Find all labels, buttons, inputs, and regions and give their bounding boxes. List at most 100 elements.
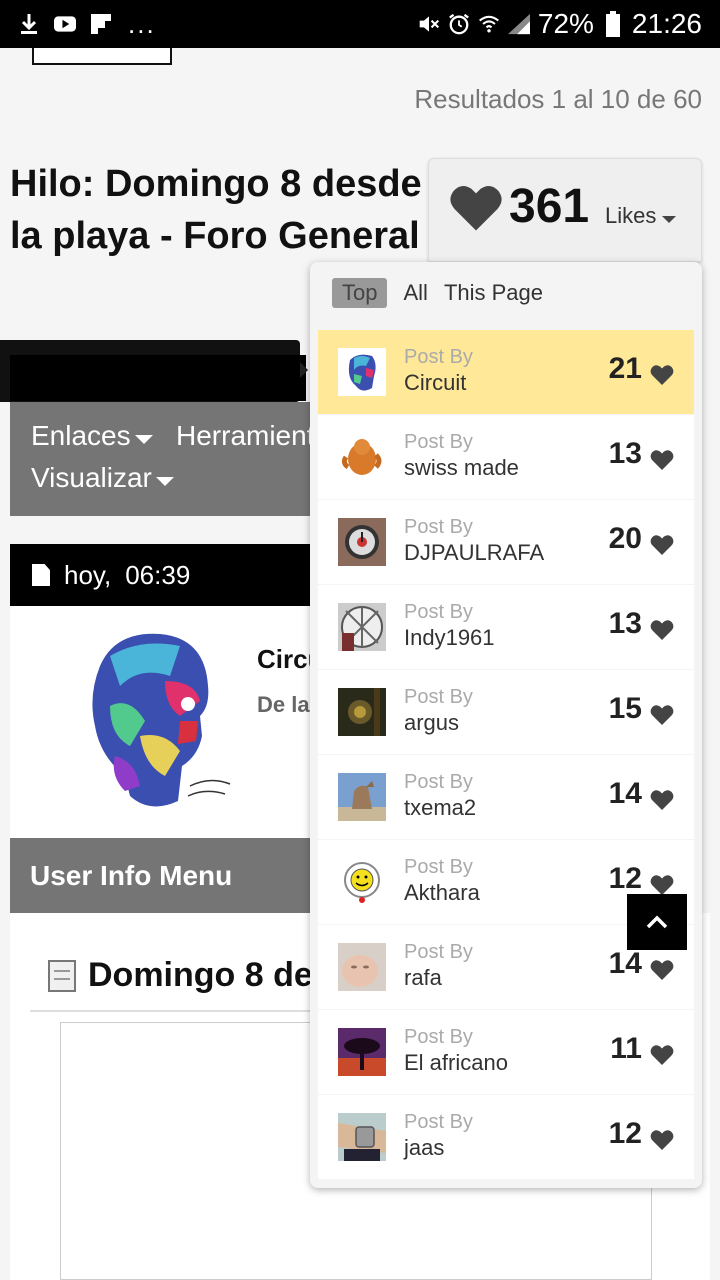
avatar[interactable] <box>338 1113 386 1161</box>
heart-icon <box>650 789 674 811</box>
signal-icon <box>507 13 530 35</box>
post-by-label: Post By <box>404 1026 473 1048</box>
like-count: 13 <box>608 607 642 640</box>
avatar[interactable] <box>338 773 386 821</box>
liker-username[interactable]: jaas <box>404 1135 444 1161</box>
results-count: Resultados 1 al 10 de 60 <box>414 84 702 114</box>
post-by-label: Post By <box>404 686 473 708</box>
post-by-label: Post By <box>404 1111 473 1133</box>
menu-herramientas[interactable]: Herramient <box>176 420 314 452</box>
heart-icon <box>650 1129 674 1151</box>
heart-icon <box>650 364 674 386</box>
avatar[interactable] <box>338 943 386 991</box>
chevron-down-icon <box>662 215 677 223</box>
liker-username[interactable]: DJPAULRAFA <box>404 540 544 566</box>
post-by-label: Post By <box>404 346 473 368</box>
likes-dropdown-label[interactable]: Likes <box>605 203 677 229</box>
like-count: 12 <box>608 1117 642 1150</box>
menu-visualizar-label: Visualizar <box>31 462 152 493</box>
scroll-to-top-button[interactable] <box>627 894 687 950</box>
alarm-icon <box>448 13 470 35</box>
chevron-down-icon <box>134 434 153 444</box>
toolbar-arrow <box>300 362 308 378</box>
liker-username[interactable]: argus <box>404 710 459 736</box>
like-count: 12 <box>608 862 642 895</box>
like-row[interactable]: Post By argus 15 <box>318 670 694 754</box>
liker-username[interactable]: El africano <box>404 1050 508 1076</box>
avatar[interactable] <box>70 626 240 816</box>
liker-username[interactable]: Indy1961 <box>404 625 495 651</box>
heart-icon <box>650 874 674 896</box>
document-icon <box>32 564 50 586</box>
heart-icon <box>650 449 674 471</box>
author-location: De la <box>257 692 310 717</box>
like-count: 14 <box>608 777 642 810</box>
avatar[interactable] <box>338 1028 386 1076</box>
heart-icon <box>650 534 674 556</box>
menu-enlaces-label: Enlaces <box>31 420 131 451</box>
like-row[interactable]: Post By jaas 12 <box>318 1095 694 1179</box>
menu-herramientas-label: Herramient <box>176 420 315 451</box>
heart-icon <box>650 959 674 981</box>
toolbar-bar <box>10 355 306 401</box>
heart-icon <box>650 704 674 726</box>
like-count: 20 <box>608 522 642 555</box>
likes-filter-tabs: Top All This Page <box>332 278 543 308</box>
avatar[interactable] <box>338 858 386 906</box>
post-title: Domingo 8 de <box>48 956 313 995</box>
liker-username[interactable]: rafa <box>404 965 442 991</box>
youtube-icon <box>54 13 76 35</box>
post-by-label: Post By <box>404 431 473 453</box>
post-by-label: Post By <box>404 771 473 793</box>
like-row[interactable]: Post By DJPAULRAFA 20 <box>318 500 694 584</box>
battery-icon <box>602 11 624 37</box>
like-row[interactable]: Post By txema2 14 <box>318 755 694 839</box>
post-by-label: Post By <box>404 516 473 538</box>
note-icon <box>48 959 76 992</box>
post-time: 06:39 <box>125 559 191 590</box>
like-row[interactable]: Post By El africano 11 <box>318 1010 694 1094</box>
menu-enlaces[interactable]: Enlaces <box>31 420 153 452</box>
menu-visualizar[interactable]: Visualizar <box>31 462 174 494</box>
likes-button[interactable]: 361 Likes <box>428 158 702 262</box>
likes-panel: Top All This Page Post By Circuit 21 Post B… <box>310 262 702 1188</box>
flipboard-icon <box>90 13 112 35</box>
heart-icon <box>650 619 674 641</box>
page-title: Hilo: Domingo 8 desde la playa - Foro Ge… <box>10 163 422 257</box>
post-by-label: Post By <box>404 856 473 878</box>
mute-icon <box>418 13 440 35</box>
tab-this-page[interactable]: This Page <box>444 278 543 308</box>
post-date: hoy, <box>64 559 112 590</box>
avatar[interactable] <box>338 348 386 396</box>
like-count: 14 <box>608 947 642 980</box>
user-info-menu[interactable]: User Info Menu <box>10 838 310 913</box>
status-bar: ... 72% 21:26 <box>0 0 720 48</box>
like-row[interactable]: Post By swiss made 13 <box>318 415 694 499</box>
like-count: 21 <box>608 352 642 385</box>
avatar[interactable] <box>338 433 386 481</box>
like-count: 13 <box>608 437 642 470</box>
header-box <box>32 48 172 65</box>
like-count: 15 <box>608 692 642 725</box>
download-icon <box>18 13 40 35</box>
liker-username[interactable]: Circuit <box>404 370 466 396</box>
liker-username[interactable]: txema2 <box>404 795 476 821</box>
like-row[interactable]: Post By Indy1961 13 <box>318 585 694 669</box>
liker-username[interactable]: Akthara <box>404 880 480 906</box>
post-author-area: Circu De la <box>10 606 323 838</box>
avatar[interactable] <box>338 603 386 651</box>
wifi-icon <box>478 13 500 35</box>
thread-tools-menu: Enlaces Herramient Visualizar <box>10 402 314 516</box>
post-date-bar: hoy, 06:39 <box>10 544 310 606</box>
tab-top[interactable]: Top <box>332 278 388 308</box>
chevron-down-icon <box>155 476 174 486</box>
like-count: 11 <box>610 1032 642 1065</box>
liker-username[interactable]: swiss made <box>404 455 519 481</box>
avatar[interactable] <box>338 688 386 736</box>
battery-percent: 72% <box>537 8 594 39</box>
chevron-up-icon <box>646 915 668 929</box>
like-row[interactable]: Post By Circuit 21 <box>318 330 694 414</box>
tab-all[interactable]: All <box>403 278 427 308</box>
avatar[interactable] <box>338 518 386 566</box>
heart-icon <box>450 185 502 231</box>
